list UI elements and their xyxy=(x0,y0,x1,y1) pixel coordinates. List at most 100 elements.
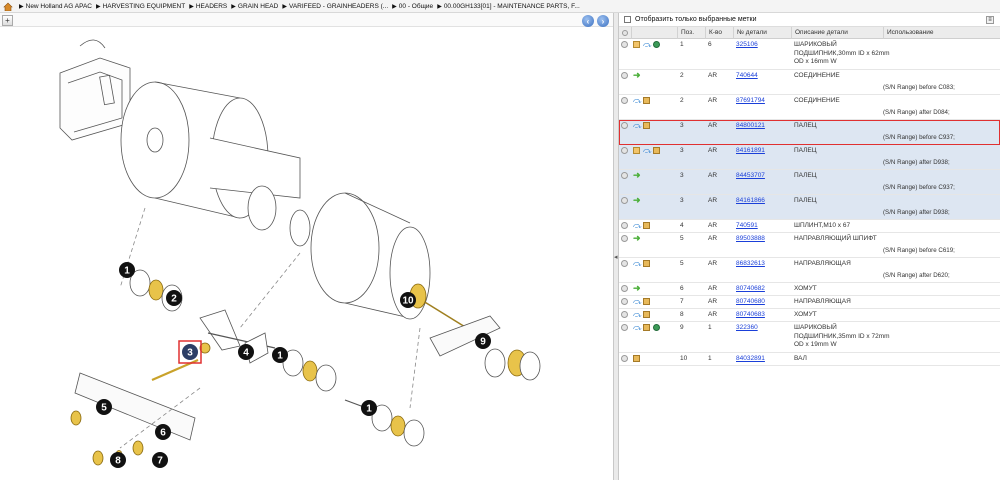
select-row-icon[interactable] xyxy=(621,355,628,362)
part-number-link[interactable]: 84161891 xyxy=(736,147,765,154)
package-icon[interactable] xyxy=(643,324,650,331)
select-row-icon[interactable] xyxy=(621,311,628,318)
select-row-icon[interactable] xyxy=(621,324,628,331)
select-row-icon[interactable] xyxy=(621,235,628,242)
breadcrumb-item[interactable]: New Holland AG APAC xyxy=(26,3,92,10)
breadcrumb-item[interactable]: 00.00GH133[01] - MAINTENANCE PARTS, F... xyxy=(444,3,580,10)
add-to-cart-arrow-icon[interactable]: ➜ xyxy=(633,171,641,180)
header-pos[interactable]: Поз. xyxy=(677,27,705,39)
home-icon[interactable] xyxy=(3,2,13,11)
package-icon[interactable] xyxy=(643,298,650,305)
zoom-in-button[interactable]: + xyxy=(2,15,13,26)
part-number-link[interactable]: 86832613 xyxy=(736,260,765,267)
exploded-parts-diagram[interactable]: 1 2 3 4 1 1 5 6 7 8 9 10 xyxy=(0,28,613,480)
replacement-arrow-icon[interactable]: ⤼ xyxy=(633,311,642,319)
table-row[interactable]: ⤼ 7 AR 80740680 НАПРАВЛЯЮЩАЯ xyxy=(619,296,1000,309)
breadcrumb-item[interactable]: VARIFEED - GRAINHEADERS (... xyxy=(289,3,388,10)
add-to-cart-arrow-icon[interactable]: ➜ xyxy=(633,284,641,293)
table-row[interactable]: ⤼ 9 1 322360 ШАРИКОВЫЙ ПОДШИПНИК,35mm ID x 72… xyxy=(619,322,1000,353)
part-number-link[interactable]: 84032891 xyxy=(736,355,765,362)
table-row[interactable]: ➜ 2 AR 740644 СОЕДИНЕНИЕ (S/N Range) before C… xyxy=(619,70,1000,95)
column-menu-icon[interactable]: ≡ xyxy=(986,16,994,24)
callout-1[interactable]: 1 xyxy=(272,347,288,363)
part-number-link[interactable]: 80740682 xyxy=(736,285,765,292)
part-number-link[interactable]: 84800121 xyxy=(736,122,765,129)
package-icon[interactable] xyxy=(643,311,650,318)
part-number-link[interactable]: 89503888 xyxy=(736,235,765,242)
package-icon[interactable] xyxy=(643,260,650,267)
part-number-link[interactable]: 80740683 xyxy=(736,311,765,318)
select-row-icon[interactable] xyxy=(621,122,628,129)
add-to-cart-arrow-icon[interactable]: ➜ xyxy=(633,196,641,205)
breadcrumb-item[interactable]: 00 - Общие xyxy=(399,3,433,10)
table-row[interactable]: ➜ 3 AR 84453707 ПАЛЕЦ (S/N Range) before C937… xyxy=(619,170,1000,195)
part-number-link[interactable]: 87691794 xyxy=(736,97,765,104)
replacement-arrow-icon[interactable]: ⤼ xyxy=(643,147,652,155)
table-row[interactable]: ➜ 6 AR 80740682 ХОМУТ xyxy=(619,283,1000,296)
breadcrumb-item[interactable]: HEADERS xyxy=(196,3,227,10)
select-row-icon[interactable] xyxy=(621,222,628,229)
select-row-icon[interactable] xyxy=(621,97,628,104)
header-part-number[interactable]: № детали xyxy=(733,27,791,39)
replacement-arrow-icon[interactable]: ⤼ xyxy=(633,97,642,105)
next-diagram-button[interactable]: › xyxy=(597,15,609,27)
table-row[interactable]: ➜ 3 AR 84161866 ПАЛЕЦ (S/N Range) after D938; xyxy=(619,195,1000,220)
select-row-icon[interactable] xyxy=(621,172,628,179)
package-icon[interactable] xyxy=(653,147,660,154)
globe-icon[interactable] xyxy=(653,324,660,331)
callout-2[interactable]: 2 xyxy=(166,290,182,306)
part-number-link[interactable]: 325106 xyxy=(736,41,758,48)
replacement-arrow-icon[interactable]: ⤼ xyxy=(633,324,642,332)
callout-1[interactable]: 1 xyxy=(361,400,377,416)
header-qty[interactable]: К-во xyxy=(705,27,733,39)
callout-6[interactable]: 6 xyxy=(155,424,171,440)
previous-diagram-button[interactable]: ‹ xyxy=(582,15,594,27)
replacement-arrow-icon[interactable]: ⤼ xyxy=(633,260,642,268)
part-number-link[interactable]: 322360 xyxy=(736,324,758,331)
callout-8[interactable]: 8 xyxy=(110,452,126,468)
select-row-icon[interactable] xyxy=(621,260,628,267)
replacement-arrow-icon[interactable]: ⤼ xyxy=(633,298,642,306)
select-row-icon[interactable] xyxy=(621,197,628,204)
replacement-arrow-icon[interactable]: ⤼ xyxy=(633,222,642,230)
book-icon[interactable] xyxy=(633,147,640,154)
breadcrumb-item[interactable]: GRAIN HEAD xyxy=(238,3,278,10)
callout-5[interactable]: 5 xyxy=(96,399,112,415)
breadcrumb-item[interactable]: HARVESTING EQUIPMENT xyxy=(103,3,186,10)
select-row-icon[interactable] xyxy=(621,41,628,48)
show-selected-checkbox[interactable] xyxy=(624,16,631,23)
table-row[interactable]: ⤼ 8 AR 80740683 ХОМУТ xyxy=(619,309,1000,322)
package-icon[interactable] xyxy=(643,222,650,229)
add-to-cart-arrow-icon[interactable]: ➜ xyxy=(633,234,641,243)
table-row[interactable]: ⤼ 2 AR 87691794 СОЕДИНЕНИЕ (S/N Range) after … xyxy=(619,95,1000,120)
package-icon[interactable] xyxy=(633,355,640,362)
package-icon[interactable] xyxy=(643,122,650,129)
add-to-cart-arrow-icon[interactable]: ➜ xyxy=(633,71,641,80)
header-usage[interactable]: Использование xyxy=(883,27,1000,39)
select-row-icon[interactable] xyxy=(621,285,628,292)
select-row-icon[interactable] xyxy=(621,298,628,305)
callout-4[interactable]: 4 xyxy=(238,344,254,360)
collapse-arrow-icon[interactable]: ◂ xyxy=(614,253,618,263)
part-number-link[interactable]: 740591 xyxy=(736,222,758,229)
select-row-icon[interactable] xyxy=(621,72,628,79)
replacement-arrow-icon[interactable]: ⤼ xyxy=(633,122,642,130)
header-select-all-icon[interactable] xyxy=(619,27,631,39)
table-row[interactable]: ⤼ 1 6 325106 ШАРИКОВЫЙ ПОДШИПНИК,30mm ID x 62… xyxy=(619,39,1000,70)
package-icon[interactable] xyxy=(643,97,650,104)
table-row[interactable]: ➜ 5 AR 89503888 НАПРАВЛЯЮЩИЙ ШПИФТ (S/N Range… xyxy=(619,233,1000,258)
table-row[interactable]: 10 1 84032891 ВАЛ xyxy=(619,353,1000,366)
table-row[interactable]: ⤼ 5 AR 86832613 НАПРАВЛЯЮЩАЯ (S/N Range) afte… xyxy=(619,258,1000,283)
callout-7[interactable]: 7 xyxy=(152,452,168,468)
table-row[interactable]: ⤼ 3 AR 84800121 ПАЛЕЦ (S/N Range) before C937… xyxy=(619,120,1000,145)
select-row-icon[interactable] xyxy=(621,147,628,154)
book-icon[interactable] xyxy=(633,41,640,48)
table-row[interactable]: ⤼ 3 AR 84161891 ПАЛЕЦ (S/N Range) after D938; xyxy=(619,145,1000,170)
callout-9[interactable]: 9 xyxy=(475,333,491,349)
replacement-arrow-icon[interactable]: ⤼ xyxy=(643,41,652,49)
callout-10[interactable]: 10 xyxy=(400,292,416,308)
callout-1[interactable]: 1 xyxy=(119,262,135,278)
part-number-link[interactable]: 740644 xyxy=(736,72,758,79)
part-number-link[interactable]: 84453707 xyxy=(736,172,765,179)
part-number-link[interactable]: 80740680 xyxy=(736,298,765,305)
